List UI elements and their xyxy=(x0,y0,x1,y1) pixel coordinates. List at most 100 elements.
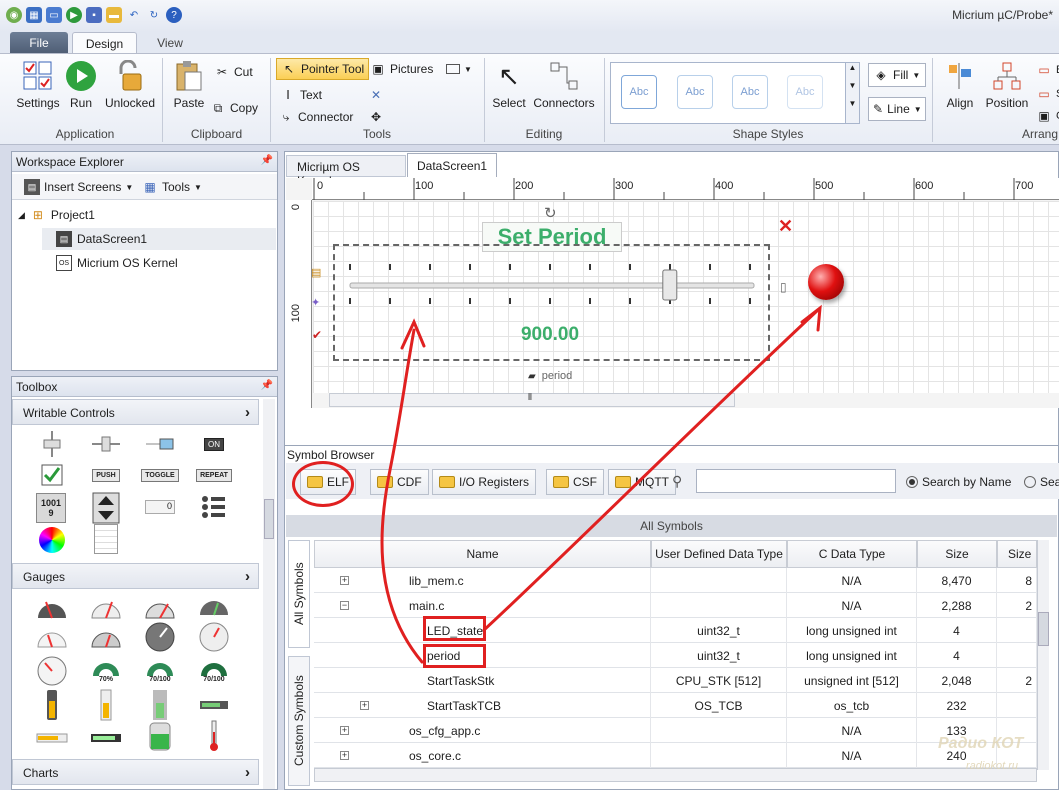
image-slider-tool[interactable] xyxy=(144,430,176,458)
column-header-size-2[interactable]: Size xyxy=(997,540,1037,568)
gauge-tool-4[interactable] xyxy=(198,593,230,621)
search-by-name-radio[interactable]: Search by Name xyxy=(906,475,1011,489)
settings-button[interactable]: Settings xyxy=(14,60,62,110)
tree-item-datascreen[interactable]: ▤ DataScreen1 xyxy=(42,228,276,250)
gauge-tool-1[interactable] xyxy=(36,593,68,621)
app-menu-icon[interactable]: ◉ xyxy=(6,7,22,23)
table-row[interactable]: + StartTaskTCB OS_TCB os_tcb 232 xyxy=(314,693,1037,718)
run-button[interactable]: Run xyxy=(64,60,98,110)
shape-style-3[interactable]: Abc xyxy=(732,75,768,109)
led-indicator[interactable] xyxy=(808,264,844,300)
cut-button[interactable]: ✂ Cut xyxy=(214,64,253,80)
column-header-ctype[interactable]: C Data Type xyxy=(787,540,917,568)
new-screen-icon[interactable]: ▦ xyxy=(26,7,42,23)
gauge-tool-8[interactable] xyxy=(198,621,230,653)
shape-style-4[interactable]: Abc xyxy=(787,75,823,109)
tab-file[interactable]: File xyxy=(10,32,68,54)
horizontal-bar-tool-1[interactable] xyxy=(36,723,68,753)
connectors-button[interactable]: Connectors xyxy=(532,60,596,110)
table-h-scrollbar[interactable] xyxy=(314,768,1037,782)
side-tab-custom-symbols[interactable]: Custom Symbols xyxy=(288,656,310,786)
pin-icon[interactable]: 📌 xyxy=(261,155,273,166)
arrange-item-3[interactable]: ▣G xyxy=(1036,108,1059,124)
gauge-tool-6[interactable] xyxy=(90,623,122,651)
gauge-tool-9[interactable] xyxy=(36,655,68,687)
canvas-h-scrollbar[interactable]: ⦀ xyxy=(329,392,735,407)
category-charts[interactable]: Charts › xyxy=(12,759,259,785)
column-header-name[interactable]: Name xyxy=(314,540,651,568)
cdf-button[interactable]: CDF xyxy=(370,469,429,495)
help-icon[interactable]: ? xyxy=(166,7,182,23)
gauge-tool-10[interactable]: 70% xyxy=(90,655,122,687)
cylinder-tank-tool[interactable] xyxy=(144,719,176,753)
category-writable-controls[interactable]: Writable Controls › xyxy=(12,399,259,425)
table-row[interactable]: + lib_mem.c N/A 8,470 8 xyxy=(314,568,1037,593)
push-button-tool[interactable]: PUSH xyxy=(90,461,122,489)
horizontal-bar-tool-2[interactable] xyxy=(90,723,122,753)
select-button[interactable]: ↖ Select xyxy=(490,60,528,111)
paste-button[interactable]: Paste xyxy=(170,60,208,110)
align-button[interactable]: Align xyxy=(940,60,980,110)
search-input[interactable] xyxy=(696,469,896,493)
insert-screens-dropdown[interactable]: ▤ Insert Screens ▼ xyxy=(24,179,133,195)
pointer-tool-button[interactable]: ↖ Pointer Tool xyxy=(276,58,370,80)
mqtt-button[interactable]: MQTT xyxy=(608,469,676,495)
column-header-size[interactable]: Size xyxy=(917,540,997,568)
color-wheel-tool[interactable] xyxy=(36,525,68,555)
tools-dropdown[interactable]: ▦ Tools ▼ xyxy=(142,179,202,195)
io-registers-button[interactable]: I/O Registers xyxy=(432,469,537,495)
horizontal-slider-tool[interactable] xyxy=(90,430,122,458)
tab-design[interactable]: Design xyxy=(72,32,137,54)
monitor-icon[interactable]: ▭ xyxy=(46,7,62,23)
checkmark-icon[interactable]: ✔ xyxy=(312,328,322,342)
pictures-button[interactable]: ▣ Pictures xyxy=(370,61,433,77)
gallery-scroll[interactable]: ▲ ▼ ▼ xyxy=(845,63,859,123)
side-tab-all-symbols[interactable]: All Symbols xyxy=(288,540,310,648)
shape-dropdown[interactable]: ▼ xyxy=(446,64,472,74)
database-icon[interactable]: ▤ xyxy=(311,266,321,279)
tab-os-kernel[interactable]: Micriµm OS Kernel xyxy=(286,155,406,188)
gauge-tool-7[interactable] xyxy=(144,621,176,653)
save-icon[interactable]: ▪ xyxy=(86,7,102,23)
undo-icon[interactable]: ↶ xyxy=(126,7,142,23)
table-row[interactable]: − main.c N/A 2,288 2 xyxy=(314,593,1037,618)
tab-view[interactable]: View xyxy=(147,32,193,54)
style-icon[interactable]: ✦ xyxy=(311,296,320,309)
on-switch-tool[interactable]: ON xyxy=(198,430,230,458)
tree-item-os-kernel[interactable]: OS Micrium OS Kernel xyxy=(56,252,178,274)
toggle-button-tool[interactable]: TOGGLE xyxy=(141,461,179,489)
connector-button[interactable]: ⤷ Connector xyxy=(278,109,354,125)
rotate-handle-icon[interactable]: ↻ xyxy=(544,204,557,222)
list-tool[interactable] xyxy=(198,493,230,521)
position-button[interactable]: Position xyxy=(982,60,1032,110)
table-row[interactable]: + os_cfg_app.c N/A 133 xyxy=(314,718,1037,743)
numeric-input-tool[interactable]: 1001 9 xyxy=(36,493,66,523)
repeat-button-tool[interactable]: REPEAT xyxy=(196,461,232,489)
csf-button[interactable]: CSF xyxy=(546,469,604,495)
run-icon[interactable]: ▶ xyxy=(66,7,82,23)
category-gauges[interactable]: Gauges › xyxy=(12,563,259,589)
page-icon[interactable]: ▯ xyxy=(780,280,787,294)
tab-datascreen[interactable]: DataScreen1 xyxy=(407,153,497,177)
tree-item-project[interactable]: ◢ ⊞ Project1 xyxy=(18,204,95,226)
gauge-tool-11[interactable]: 70/100 xyxy=(144,655,176,687)
text-button[interactable]: Ⅰ Text xyxy=(280,87,322,103)
bar-gauge-tool[interactable] xyxy=(198,695,230,715)
column-header-udt[interactable]: User Defined Data Type xyxy=(651,540,787,568)
gauge-tool-5[interactable] xyxy=(36,623,68,651)
slider-thumb[interactable] xyxy=(662,269,678,301)
arrange-item-1[interactable]: ▭B xyxy=(1036,62,1059,78)
thermometer-tool[interactable] xyxy=(198,719,230,753)
vertical-slider-tool[interactable] xyxy=(36,430,68,458)
toolbox-scrollbar[interactable] xyxy=(263,399,275,789)
line-dropdown[interactable]: ✎ Line ▼ xyxy=(868,97,926,121)
pin-icon[interactable]: 📌 xyxy=(261,380,273,391)
table-row[interactable]: + os_core.c N/A 240 xyxy=(314,743,1037,768)
move-tool-button[interactable]: ✥ xyxy=(368,109,384,125)
copy-button[interactable]: ⧉ Copy xyxy=(210,100,258,116)
tank-gauge-tool-1[interactable] xyxy=(36,689,68,721)
shape-style-2[interactable]: Abc xyxy=(677,75,713,109)
delete-widget-icon[interactable]: ✕ xyxy=(778,216,793,237)
fill-dropdown[interactable]: ◈ Fill ▼ xyxy=(868,63,926,87)
spinner-tool[interactable] xyxy=(90,491,122,525)
